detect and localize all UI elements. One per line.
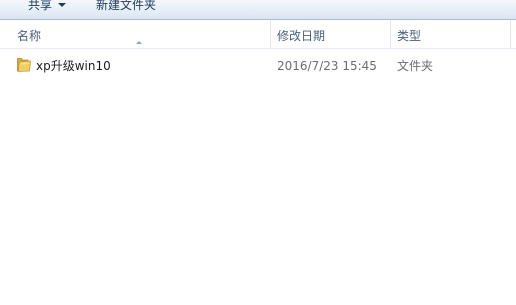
command-bar: 共享 新建文件夹 <box>0 0 516 20</box>
sort-ascending-icon <box>136 41 142 44</box>
folder-icon <box>17 58 31 72</box>
chevron-down-icon <box>58 2 67 7</box>
share-button[interactable]: 共享 <box>28 0 67 13</box>
column-header-name[interactable]: 名称 <box>17 28 41 44</box>
column-header: 名称 修改日期 类型 <box>0 20 516 49</box>
share-label: 共享 <box>28 0 53 12</box>
file-modified-date: 2016/7/23 15:45 <box>277 59 377 73</box>
file-type: 文件夹 <box>397 59 434 73</box>
column-header-date[interactable]: 修改日期 <box>277 28 325 44</box>
column-divider[interactable] <box>270 20 271 48</box>
new-folder-button[interactable]: 新建文件夹 <box>96 0 156 13</box>
explorer-window: 共享 新建文件夹 名称 修改日期 类型 xp升级win10 2016/7/23 … <box>0 0 516 305</box>
new-folder-label: 新建文件夹 <box>96 0 157 12</box>
file-name: xp升级win10 <box>36 59 111 73</box>
column-header-type[interactable]: 类型 <box>397 28 421 44</box>
list-item[interactable]: xp升级win10 2016/7/23 15:45 文件夹 <box>0 56 516 76</box>
column-divider[interactable] <box>510 20 511 48</box>
column-divider[interactable] <box>390 20 391 48</box>
